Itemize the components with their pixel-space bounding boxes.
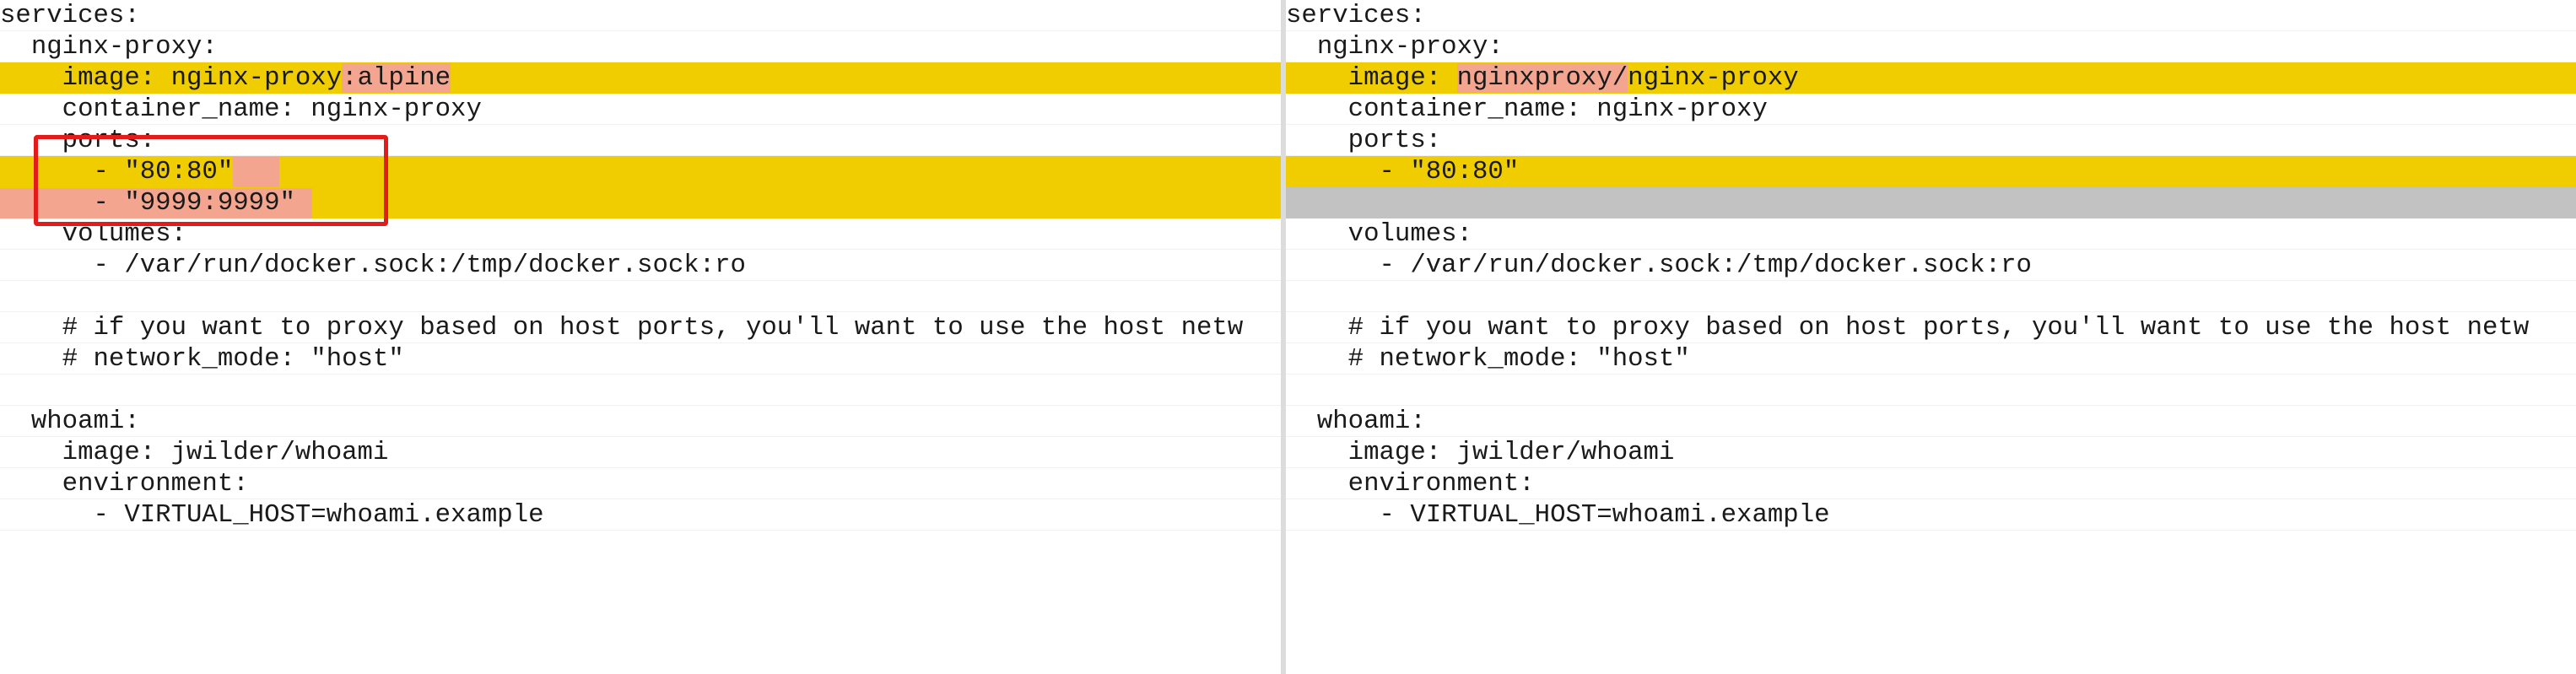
code-line: image: jwilder/whoami	[0, 437, 1281, 468]
code-text: volumes:	[0, 219, 186, 249]
changed-line: - "80:80"	[1286, 156, 2576, 187]
code-line: # if you want to proxy based on host por…	[0, 312, 1281, 343]
code-line: services:	[0, 0, 1281, 31]
code-text: container_name: nginx-proxy	[1286, 94, 1768, 124]
code-line: whoami:	[1286, 406, 2576, 437]
code-text: ports:	[0, 126, 156, 155]
code-line: ports:	[0, 125, 1281, 156]
code-text: # network_mode: "host"	[1286, 344, 1690, 374]
diff-pane-left[interactable]: services: nginx-proxy: image: nginx-prox…	[0, 0, 1281, 674]
code-text: services:	[0, 1, 140, 30]
code-text: - VIRTUAL_HOST=whoami.example	[0, 500, 544, 530]
code-text: volumes:	[1286, 219, 1472, 249]
code-text: - "80:80"	[1286, 157, 1520, 186]
code-text: container_name: nginx-proxy	[0, 94, 482, 124]
code-text: whoami:	[1286, 407, 1426, 436]
code-line: # network_mode: "host"	[0, 343, 1281, 375]
code-line: environment:	[1286, 468, 2576, 499]
code-text: image: nginx-proxy:alpine	[0, 63, 451, 94]
inline-change-highlight	[233, 157, 280, 187]
code-text: - /var/run/docker.sock:/tmp/docker.sock:…	[0, 251, 746, 280]
code-text: ports:	[1286, 126, 1442, 155]
code-line: whoami:	[0, 406, 1281, 437]
code-line: - /var/run/docker.sock:/tmp/docker.sock:…	[0, 250, 1281, 281]
code-text: image:	[1286, 63, 1457, 93]
changed-line: - "9999:9999"	[0, 187, 1281, 218]
code-line: - VIRTUAL_HOST=whoami.example	[1286, 499, 2576, 531]
inline-change-highlight: - "9999:9999"	[0, 188, 312, 218]
diff-pane-right[interactable]: services: nginx-proxy: image: nginxproxy…	[1286, 0, 2576, 674]
code-text: # if you want to proxy based on host por…	[1286, 313, 2530, 342]
code-line: container_name: nginx-proxy	[1286, 94, 2576, 125]
changed-line: - "80:80"	[0, 156, 1281, 187]
code-text: - VIRTUAL_HOST=whoami.example	[1286, 500, 1830, 530]
inline-change-highlight: :alpine	[342, 63, 451, 93]
code-line: services:	[1286, 0, 2576, 31]
changed-line: image: nginxproxy/nginx-proxy	[1286, 62, 2576, 94]
code-line	[1286, 375, 2576, 406]
code-text: nginx-proxy:	[0, 32, 218, 62]
code-line: nginx-proxy:	[0, 31, 1281, 62]
changed-line: image: nginx-proxy:alpine	[0, 62, 1281, 94]
code-line: volumes:	[0, 218, 1281, 250]
code-line: nginx-proxy:	[1286, 31, 2576, 62]
code-line: container_name: nginx-proxy	[0, 94, 1281, 125]
code-text: services:	[1286, 1, 1426, 30]
code-text: - /var/run/docker.sock:/tmp/docker.sock:…	[1286, 251, 2032, 280]
code-text: - "80:80"	[0, 157, 280, 187]
code-line	[1286, 281, 2576, 312]
code-line	[0, 281, 1281, 312]
code-text: environment:	[0, 469, 249, 499]
code-line	[0, 375, 1281, 406]
code-line: - /var/run/docker.sock:/tmp/docker.sock:…	[1286, 250, 2576, 281]
code-text: nginx-proxy:	[1286, 32, 1504, 62]
inline-change-highlight: nginxproxy/	[1456, 63, 1628, 93]
code-line: ports:	[1286, 125, 2576, 156]
code-line: # if you want to proxy based on host por…	[1286, 312, 2576, 343]
code-text: environment:	[1286, 469, 1535, 499]
code-line: volumes:	[1286, 218, 2576, 250]
code-text: - "80:80"	[0, 157, 234, 186]
code-line: image: jwilder/whoami	[1286, 437, 2576, 468]
code-line: - VIRTUAL_HOST=whoami.example	[0, 499, 1281, 531]
code-text: image: jwilder/whoami	[0, 438, 389, 467]
code-line: # network_mode: "host"	[1286, 343, 2576, 375]
code-text: nginx-proxy	[1628, 63, 1799, 93]
code-text: image: jwilder/whoami	[1286, 438, 1675, 467]
code-text: whoami:	[0, 407, 140, 436]
code-text: # if you want to proxy based on host por…	[0, 313, 1244, 342]
placeholder-line	[1286, 187, 2576, 218]
code-text: # network_mode: "host"	[0, 344, 404, 374]
code-text: image: nginx-proxy	[0, 63, 343, 93]
code-line: environment:	[0, 468, 1281, 499]
code-text: image: nginxproxy/nginx-proxy	[1286, 63, 1799, 94]
